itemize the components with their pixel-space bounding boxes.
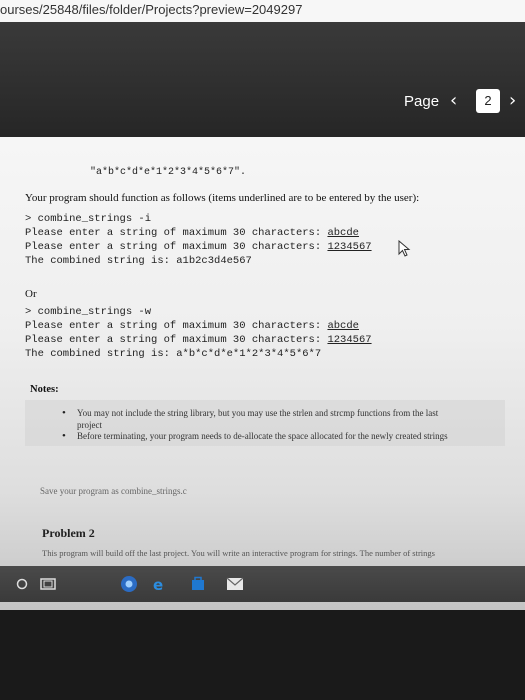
run2-result: The combined string is: a*b*c*d*e*1*2*3*… (25, 348, 322, 360)
document-viewer-toolbar (0, 22, 525, 137)
taskbar (0, 566, 525, 602)
run1-line2: Please enter a string of maximum 30 char… (25, 241, 372, 253)
note2-text: Before terminating, your program needs t… (77, 431, 448, 441)
run1-prompt2: Please enter a string of maximum 30 char… (25, 241, 328, 253)
note1-line2: project (77, 420, 102, 430)
run1-prompt1: Please enter a string of maximum 30 char… (25, 227, 328, 239)
screen: ourses/25848/files/folder/Projects?previ… (0, 0, 525, 610)
edge-icon[interactable]: e (148, 574, 170, 594)
note1-line1: You may not include the string library, … (77, 408, 439, 418)
problem-text: This program will build off the last pro… (42, 548, 435, 558)
document-page: "a*b*c*d*e*1*2*3*4*5*6*7". Your program … (0, 137, 525, 610)
page-number-input[interactable]: 2 (476, 89, 500, 113)
run2-line1: Please enter a string of maximum 30 char… (25, 320, 359, 332)
store-icon[interactable] (188, 574, 208, 594)
bullet-icon: • (62, 430, 66, 442)
bullet-icon: • (62, 407, 66, 419)
save-instruction: Save your program as combine_strings.c (40, 486, 187, 496)
prev-page-button[interactable]: ‹ (450, 90, 464, 112)
run2-command: > combine_strings -w (25, 306, 152, 318)
run1-line1: Please enter a string of maximum 30 char… (25, 227, 359, 239)
run1-input1: abcde (327, 227, 359, 239)
svg-text:e: e (153, 576, 163, 593)
run2-input1: abcde (327, 320, 359, 332)
problem-title: Problem 2 (42, 526, 95, 540)
or-label: Or (25, 288, 37, 300)
run2-line2: Please enter a string of maximum 30 char… (25, 334, 372, 346)
address-bar[interactable]: ourses/25848/files/folder/Projects?previ… (0, 0, 525, 23)
example-result: "a*b*c*d*e*1*2*3*4*5*6*7". (90, 167, 247, 178)
next-page-button[interactable]: › (509, 90, 523, 112)
run2-prompt2: Please enter a string of maximum 30 char… (25, 334, 328, 346)
run2-prompt1: Please enter a string of maximum 30 char… (25, 320, 328, 332)
instructions-text: Your program should function as follows … (25, 192, 420, 204)
run1-input2: 1234567 (327, 241, 372, 253)
run2-input2: 1234567 (327, 334, 372, 346)
chrome-icon[interactable] (118, 574, 140, 594)
run1-result: The combined string is: a1b2c3d4e567 (25, 255, 252, 267)
page-label: Page (404, 93, 440, 110)
mail-icon[interactable] (225, 574, 245, 594)
window-icon[interactable] (38, 574, 58, 594)
circle-icon[interactable] (12, 574, 32, 594)
notes-title: Notes: (30, 384, 59, 395)
run1-command: > combine_strings -i (25, 213, 152, 225)
url-text[interactable]: ourses/25848/files/folder/Projects?previ… (0, 2, 302, 17)
mouse-cursor-icon (398, 240, 411, 257)
